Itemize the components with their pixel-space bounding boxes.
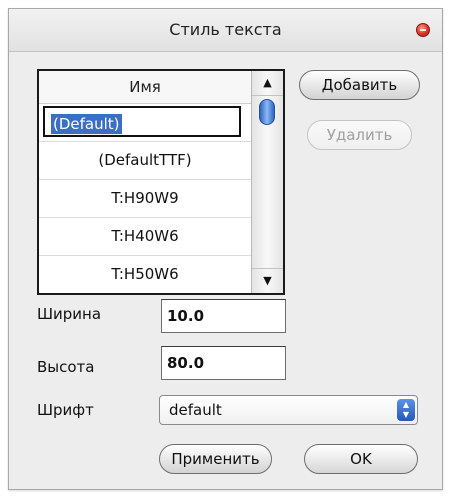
font-label: Шрифт [37, 401, 94, 419]
list-item[interactable]: T:H90W9 [39, 180, 251, 218]
style-list: Имя (Default) (DefaultTTF) T:H90W9 T:H40… [37, 69, 285, 295]
text-style-dialog: Стиль текста Имя (Default) (DefaultTTF) … [8, 8, 443, 490]
scroll-up-arrow-icon[interactable]: ▲ [252, 71, 283, 96]
close-icon[interactable] [416, 23, 430, 37]
style-list-body: Имя (Default) (DefaultTTF) T:H90W9 T:H40… [39, 71, 251, 293]
list-item-default[interactable]: (Default) [39, 104, 251, 142]
font-select-value: default [169, 401, 222, 419]
selection-edit-box[interactable]: (Default) [43, 106, 241, 137]
vertical-scrollbar[interactable]: ▲ ▼ [251, 71, 283, 293]
height-field[interactable]: 80.0 [161, 346, 286, 380]
window-title: Стиль текста [169, 20, 282, 39]
font-select[interactable]: default ▲ ▼ [159, 395, 418, 425]
scrollbar-thumb[interactable] [259, 99, 275, 125]
delete-button[interactable]: Удалить [307, 120, 412, 150]
ok-button[interactable]: OK [304, 444, 418, 474]
list-item[interactable]: T:H40W6 [39, 218, 251, 256]
column-header-name[interactable]: Имя [39, 71, 251, 104]
scroll-down-arrow-icon[interactable]: ▼ [252, 268, 283, 293]
height-label: Высота [37, 358, 95, 376]
list-item-label: (Default) [51, 114, 122, 134]
list-item[interactable]: (DefaultTTF) [39, 142, 251, 180]
width-label: Ширина [37, 305, 102, 323]
select-arrows-icon: ▲ ▼ [397, 399, 415, 421]
add-button[interactable]: Добавить [299, 70, 420, 100]
title-bar[interactable]: Стиль текста [9, 9, 442, 52]
width-field[interactable]: 10.0 [161, 299, 286, 333]
apply-button[interactable]: Применить [159, 444, 272, 474]
list-item[interactable]: T:H50W6 [39, 256, 251, 293]
